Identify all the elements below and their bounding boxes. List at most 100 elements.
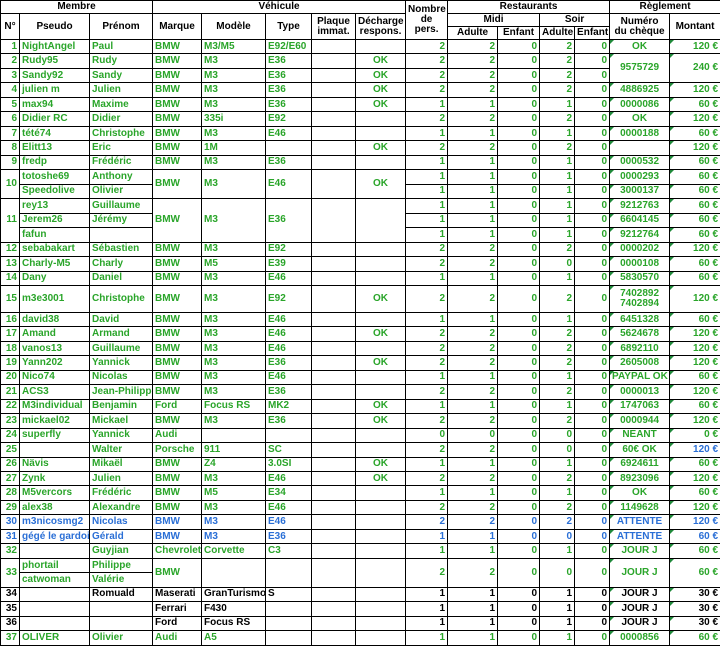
cell-cheque: PAYPAL OK — [609, 369, 671, 386]
cell-type: E46 — [265, 470, 312, 487]
header-plaque-line2: immat. — [317, 25, 350, 37]
cell-se: 0 — [574, 198, 611, 214]
table-row: 14 Dany Daniel BMW M3 E46 1 1 0 1 0 5830570 60 € — [0, 270, 720, 286]
cheque-value: 1747063 — [620, 400, 660, 412]
cell-cheque: 0000944 — [609, 413, 671, 429]
cell-modele: M3 — [201, 53, 266, 69]
cell-prenom: David — [89, 311, 153, 328]
cell-montant: 60 € — [669, 398, 720, 415]
cell-pers: 1 — [405, 543, 449, 559]
cell-ma: 1 — [447, 212, 499, 229]
cheque-value: JOUR J — [621, 545, 658, 557]
cheque-value: JOUR J — [621, 588, 658, 600]
table-row: 29 alex38 Alexandre BMW M3 E46 2 2 0 2 0 1149628 120… — [0, 499, 720, 516]
cell-marque: BMW — [152, 270, 202, 286]
cell-cheque: 6451328 — [609, 311, 671, 328]
cell-me: 0 — [497, 111, 541, 127]
cell-me: 0 — [497, 154, 541, 171]
cell-ma: 2 — [447, 355, 499, 371]
table-row: 13 Charly-M5 Charly BMW M5 E39 2 2 0 0 0 0000108 60 … — [0, 256, 720, 272]
cell-pers: 2 — [405, 499, 449, 516]
cell-marque: Audi — [152, 630, 202, 646]
cell-num: 28 — [0, 485, 20, 501]
header-reglement: Règlement — [609, 0, 720, 14]
cell-modele: M3 — [201, 384, 266, 400]
cell-pers: 1 — [405, 615, 449, 632]
cell-se: 0 — [574, 326, 611, 342]
cell-montant: 60 € — [669, 154, 720, 171]
cell-se: 0 — [574, 499, 611, 516]
cell-me: 0 — [497, 311, 541, 328]
cell-pseudo: Didier RC — [19, 111, 90, 127]
cell-pers: 0 — [405, 427, 449, 444]
cell-prenom: Mickael — [89, 413, 153, 429]
cheque-value: 0000532 — [620, 156, 660, 168]
cell-se: 0 — [574, 615, 611, 632]
cell-me: 0 — [497, 212, 541, 229]
cell-type: E34 — [265, 485, 312, 501]
cell-num: 29 — [0, 499, 20, 516]
cell-me: 0 — [497, 470, 541, 487]
cheque-value: 0000108 — [620, 257, 660, 269]
cell-ma: 2 — [447, 557, 499, 588]
cell-prenom: Julien — [89, 82, 153, 98]
cell-montant: 120 € — [669, 111, 720, 127]
cell-me: 0 — [497, 284, 541, 313]
cell-cheque: JOUR J — [609, 543, 671, 559]
cell-pseudo — [19, 601, 90, 617]
cell-sa: 1 — [539, 96, 576, 113]
cell-plaque — [311, 241, 356, 258]
cell-sa: 0 — [539, 557, 576, 588]
cell-pers: 1 — [405, 485, 449, 501]
table-row: 5 max94 Maxime BMW M3 E36 OK 1 1 0 1 0 0000086 60 € — [0, 96, 720, 113]
cheque-value: 0000856 — [620, 632, 660, 644]
cell-me: 0 — [497, 227, 541, 243]
cell-modele: Focus RS — [201, 615, 266, 632]
cell-pers: 2 — [405, 284, 449, 313]
cell-sa: 1 — [539, 601, 576, 617]
cell-marque: BMW — [152, 470, 202, 487]
cell-ma: 1 — [447, 586, 499, 603]
cell-ma: 2 — [447, 256, 499, 272]
cell-type: E46 — [265, 270, 312, 286]
cell-pers: 2 — [405, 340, 449, 357]
header-midi-enfant: Enfant — [497, 26, 541, 40]
cell-decharge — [354, 499, 407, 516]
cell-se: 0 — [574, 53, 611, 69]
cell-marque: BMW — [152, 514, 202, 530]
cell-sa: 2 — [539, 355, 576, 371]
cell-se: 0 — [574, 485, 611, 501]
cell-sa: 2 — [539, 67, 576, 84]
cell-cheque: ATTENTE — [609, 514, 671, 530]
cell-cheque: OK — [609, 485, 671, 501]
cell-plaque — [311, 601, 356, 617]
cell-pseudo: fafun — [19, 227, 90, 243]
header-membre: Membre — [0, 0, 153, 14]
cell-prenom: Didier — [89, 111, 153, 127]
cell-ma: 2 — [447, 82, 499, 98]
cell-ma: 2 — [447, 340, 499, 357]
cell-type — [265, 557, 312, 588]
cell-num: 23 — [0, 413, 20, 429]
table-row: 24 superfly Yannick Audi 0 0 0 0 0 NEANT 0 € — [0, 427, 720, 444]
cell-ma: 1 — [447, 125, 499, 142]
header-midi: Midi — [447, 13, 541, 27]
cell-marque: Porsche — [152, 442, 202, 458]
cell-pseudo: mickael02 — [19, 413, 90, 429]
cell-montant: 60 € — [669, 212, 720, 229]
table-row: 11 rey13 Guillaume BMW M3 E36 1 1 0 1 0 9212763 60 € — [0, 198, 720, 243]
cell-plaque — [311, 96, 356, 113]
cell-type: SC — [265, 442, 312, 458]
cell-prenom: Christophe — [89, 125, 153, 142]
cell-se: 0 — [574, 398, 611, 415]
cell-marque: BMW — [152, 326, 202, 342]
cell-plaque — [311, 311, 356, 328]
header-midi-adulte: Adulte — [447, 26, 499, 40]
cell-modele: Corvette — [201, 543, 266, 559]
cell-ma: 2 — [447, 499, 499, 516]
cell-cheque: 1149628 — [609, 499, 671, 516]
cell-sa: 2 — [539, 384, 576, 400]
cell-num: 5 — [0, 96, 20, 113]
cell-sa: 2 — [539, 111, 576, 127]
cell-modele: M3 — [201, 270, 266, 286]
